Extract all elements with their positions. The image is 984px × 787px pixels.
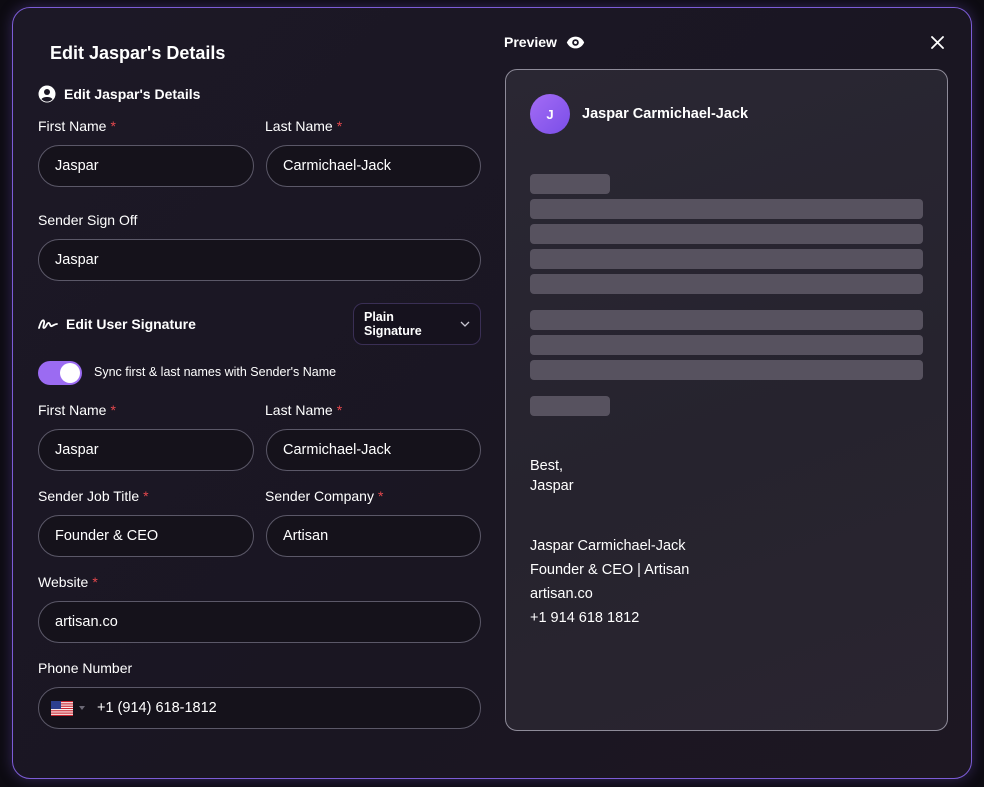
us-flag-icon[interactable] <box>51 700 73 716</box>
last-name-label-text: Last Name <box>265 118 333 134</box>
sign-off-label: Sender Sign Off <box>38 212 138 228</box>
last-name-label: Last Name * <box>265 118 342 134</box>
placeholder-line <box>530 310 923 330</box>
required-marker: * <box>377 488 384 504</box>
sig-last-name-input[interactable]: Carmichael-Jack <box>266 429 481 471</box>
sync-names-label: Sync first & last names with Sender's Na… <box>94 365 337 379</box>
preview-sig-name: Jaspar Carmichael-Jack <box>530 538 686 554</box>
sync-names-toggle[interactable] <box>38 361 82 385</box>
placeholder-line <box>530 249 923 269</box>
sig-first-name-label-text: First Name <box>38 402 107 418</box>
placeholder-line <box>530 396 610 416</box>
placeholder-line <box>530 274 923 294</box>
details-section-title: Edit Jaspar's Details <box>64 86 201 102</box>
chevron-down-icon <box>460 321 470 327</box>
user-circle-icon <box>38 85 56 103</box>
sig-first-name-input[interactable]: Jaspar <box>38 429 254 471</box>
preview-closing-name: Jaspar <box>530 478 574 494</box>
close-icon[interactable] <box>930 35 944 49</box>
placeholder-line <box>530 360 923 380</box>
last-name-input[interactable]: Carmichael-Jack <box>266 145 481 187</box>
placeholder-line <box>530 224 923 244</box>
eye-icon <box>566 36 585 49</box>
sign-off-input[interactable]: Jaspar <box>38 239 481 281</box>
job-title-label: Sender Job Title * <box>38 488 149 504</box>
required-marker: * <box>336 118 343 134</box>
placeholder-line <box>530 335 923 355</box>
preview-sig-title-company: Founder & CEO | Artisan <box>530 562 690 578</box>
preview-closing-block: Best, Jaspar <box>530 456 574 496</box>
job-title-label-text: Sender Job Title <box>38 488 140 504</box>
placeholder-line <box>530 199 923 219</box>
first-name-input[interactable]: Jaspar <box>38 145 254 187</box>
details-section-heading: Edit Jaspar's Details <box>38 85 200 103</box>
sig-last-name-label: Last Name * <box>265 402 342 418</box>
required-marker: * <box>110 118 116 134</box>
placeholder-line <box>530 174 610 194</box>
signature-icon <box>38 317 58 331</box>
company-label: Sender Company * <box>265 488 383 504</box>
signature-section-title: Edit User Signature <box>66 316 196 332</box>
company-input[interactable]: Artisan <box>266 515 481 557</box>
first-name-label: First Name * <box>38 118 116 134</box>
required-marker: * <box>110 402 116 418</box>
company-label-text: Sender Company <box>265 488 374 504</box>
required-marker: * <box>143 488 149 504</box>
avatar: J <box>530 94 570 134</box>
website-label-text: Website <box>38 574 89 590</box>
preview-sig-phone: +1 914 618 1812 <box>530 610 640 626</box>
signature-section-heading: Edit User Signature <box>38 316 196 332</box>
preview-sig-website: artisan.co <box>530 586 593 602</box>
phone-input[interactable]: +1 (914) 618-1812 <box>38 687 481 729</box>
website-input[interactable]: artisan.co <box>38 601 481 643</box>
phone-label: Phone Number <box>38 660 133 676</box>
dialog-title: Edit Jaspar's Details <box>50 43 226 63</box>
edit-details-dialog: Edit Jaspar's Details Edit Jaspar's Deta… <box>12 7 972 779</box>
sig-first-name-label: First Name * <box>38 402 116 418</box>
sig-last-name-label-text: Last Name <box>265 402 333 418</box>
toggle-knob <box>60 363 80 383</box>
required-marker: * <box>92 574 98 590</box>
preview-signature-block: Jaspar Carmichael-Jack Founder & CEO | A… <box>530 534 689 630</box>
first-name-label-text: First Name <box>38 118 107 134</box>
preview-closing: Best, <box>530 458 564 474</box>
website-label: Website * <box>38 574 98 590</box>
preview-header: Preview <box>504 34 585 50</box>
signature-type-value: Plain Signature <box>364 310 422 338</box>
signature-type-dropdown[interactable]: Plain Signature <box>353 303 481 345</box>
required-marker: * <box>336 402 343 418</box>
preview-sender-name: Jaspar Carmichael-Jack <box>582 106 749 122</box>
caret-down-icon[interactable] <box>79 706 85 710</box>
signature-preview-panel: J Jaspar Carmichael-Jack Best, Jaspar Ja… <box>505 69 948 731</box>
preview-label: Preview <box>504 34 557 50</box>
job-title-input[interactable]: Founder & CEO <box>38 515 254 557</box>
phone-value: +1 (914) 618-1812 <box>97 700 217 716</box>
